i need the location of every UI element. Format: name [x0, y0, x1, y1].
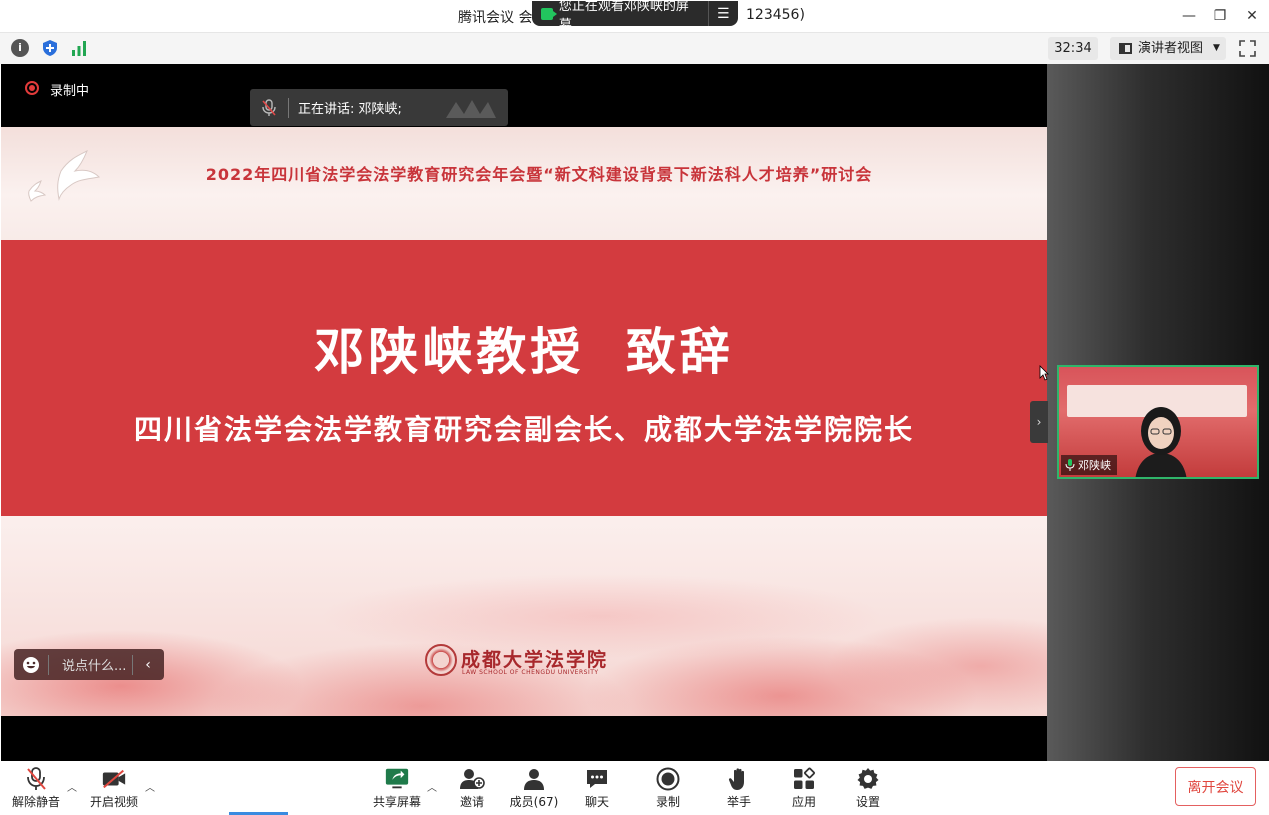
slide-event-title: 2022年四川省法学会法学教育研究会年会暨“新文科建设背景下新法科人才培养”研讨…: [205, 165, 873, 184]
muted-mic-icon: [250, 98, 288, 117]
meeting-toolbar: 解除静音 ︿ 开启视频 ︿ 共享屏幕 ︿ 邀请 成员(67) 聊天 录制 举手 …: [0, 761, 1269, 815]
divider: [48, 654, 49, 675]
chevron-up-icon[interactable]: ︿: [67, 779, 77, 794]
title-bar: 腾讯会议 会 您正在观看邓陕峡的屏幕 ☰ 123456) — ❐ ✕: [0, 0, 1269, 33]
leave-meeting-button[interactable]: 离开会议: [1175, 767, 1256, 806]
divider: [288, 97, 289, 118]
active-speaker-bar: 正在讲话: 邓陕峡;: [250, 89, 508, 126]
menu-icon[interactable]: ☰: [709, 6, 739, 22]
presentation-slide: 2022年四川省法学会法学教育研究会年会暨“新文科建设背景下新法科人才培养”研讨…: [1, 127, 1047, 716]
slide-main-title: 邓陕峡教授 致辞: [314, 323, 734, 381]
hand-icon: [726, 767, 752, 791]
raise-hand-button[interactable]: 举手: [709, 767, 769, 811]
network-signal-icon[interactable]: [70, 39, 88, 57]
chat-placeholder[interactable]: 说点什么...: [62, 655, 132, 674]
emoji-icon[interactable]: [14, 656, 48, 674]
info-icon[interactable]: i: [11, 39, 29, 57]
recording-icon: [25, 81, 39, 95]
mouse-cursor-icon: [1039, 365, 1049, 381]
speaker-view-icon: [1119, 43, 1132, 54]
members-label: 成员(67): [509, 795, 559, 809]
close-button[interactable]: ✕: [1242, 6, 1262, 26]
school-name-en: LAW SCHOOL OF CHENGDU UNIVERSITY: [462, 669, 599, 676]
participant-video-icon: [1135, 407, 1187, 477]
members-button[interactable]: 成员(67): [504, 767, 564, 811]
speaker-tile-pattern-icon: [446, 100, 496, 118]
fullscreen-icon[interactable]: [1239, 40, 1256, 57]
chevron-up-icon[interactable]: ︿: [145, 779, 155, 794]
apps-button[interactable]: 应用: [774, 767, 834, 811]
members-icon: [521, 767, 547, 791]
start-video-label: 开启视频: [89, 795, 138, 809]
view-mode-label: 演讲者视图: [1138, 41, 1204, 56]
school-name: 成都大学法学院: [461, 649, 609, 671]
collapse-panel-button[interactable]: ›: [1030, 401, 1048, 443]
chevron-right-icon: ›: [1036, 415, 1042, 429]
meeting-info-bar: i 32:34 演讲者视图 ▼: [0, 33, 1269, 64]
chat-icon: [584, 767, 610, 791]
settings-label: 设置: [855, 795, 880, 809]
apps-label: 应用: [791, 795, 816, 809]
restore-button[interactable]: ❐: [1210, 6, 1230, 26]
share-screen-button[interactable]: 共享屏幕: [367, 767, 427, 811]
settings-button[interactable]: 设置: [838, 767, 898, 811]
chevron-down-icon: ▼: [1213, 43, 1220, 53]
viewing-notice: 您正在观看邓陕峡的屏幕: [558, 0, 689, 33]
mic-muted-icon: [23, 767, 49, 791]
slide-header: 2022年四川省法学会法学教育研究会年会暨“新文科建设背景下新法科人才培养”研讨…: [1, 127, 1047, 240]
speaking-label: 正在讲话: 邓陕峡;: [298, 102, 402, 117]
gear-icon: [855, 767, 881, 791]
chat-button[interactable]: 聊天: [567, 767, 627, 811]
security-shield-icon[interactable]: [41, 39, 59, 57]
camera-off-icon: [101, 767, 127, 791]
window-title: 腾讯会议 会: [458, 10, 533, 26]
mic-active-icon: [1065, 459, 1075, 471]
invite-label: 邀请: [459, 795, 484, 809]
record-icon: [655, 767, 681, 791]
share-screen-label: 共享屏幕: [372, 795, 421, 809]
view-mode-dropdown[interactable]: 演讲者视图 ▼: [1110, 37, 1226, 60]
unmute-button[interactable]: 解除静音: [6, 767, 66, 811]
window-title-suffix: 123456): [746, 7, 805, 23]
recording-label: 录制中: [50, 84, 90, 99]
minimize-button[interactable]: —: [1179, 6, 1199, 26]
invite-button[interactable]: 邀请: [442, 767, 502, 811]
chat-label: 聊天: [584, 795, 609, 809]
start-video-button[interactable]: 开启视频: [84, 767, 144, 811]
participant-name: 邓陕峡: [1078, 459, 1111, 472]
school-seal-logo: [425, 644, 457, 676]
apps-grid-icon: [791, 767, 817, 791]
shared-screen-stage: 录制中 正在讲话: 邓陕峡; 2022年四川省法学会法学教育研究会年会暨“新文科…: [1, 64, 1047, 761]
meeting-timer: 32:34: [1048, 37, 1098, 60]
slide-title-band: 邓陕峡教授 致辞 四川省法学会法学教育研究会副会长、成都大学法学院院长: [1, 240, 1047, 516]
screen-share-icon: [541, 7, 557, 20]
add-user-icon: [459, 767, 485, 791]
chevron-up-icon[interactable]: ︿: [427, 779, 437, 794]
quick-chat-input[interactable]: 说点什么... ‹: [14, 649, 164, 680]
participant-name-tag: 邓陕峡: [1061, 455, 1117, 475]
participant-video-tile[interactable]: 邓陕峡: [1057, 365, 1259, 479]
record-label: 录制: [655, 795, 680, 809]
record-button[interactable]: 录制: [638, 767, 698, 811]
share-screen-icon: [384, 767, 410, 791]
slide-subtitle: 四川省法学会法学教育研究会副会长、成都大学法学院院长: [133, 413, 914, 446]
slide-cloud-background: [1, 516, 1047, 716]
raise-hand-label: 举手: [726, 795, 751, 809]
unmute-label: 解除静音: [11, 795, 60, 809]
chevron-left-icon[interactable]: ‹: [133, 657, 163, 673]
viewing-screen-banner[interactable]: 您正在观看邓陕峡的屏幕 ☰: [532, 0, 739, 33]
